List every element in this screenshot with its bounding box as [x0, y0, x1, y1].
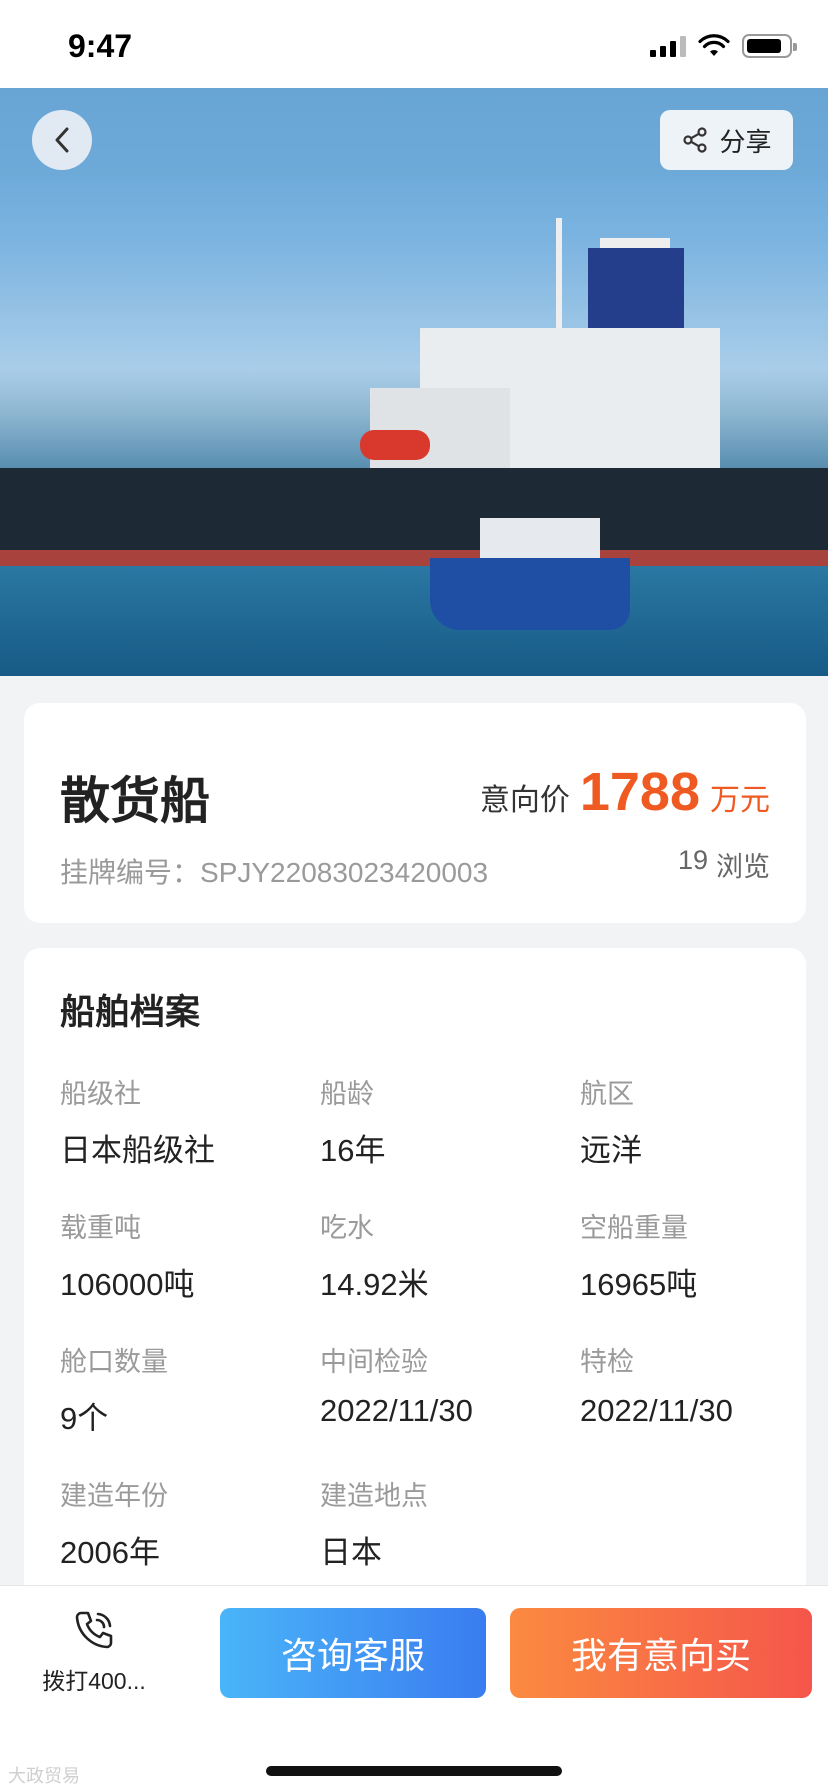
- bottom-action-bar: 拨打400... 咨询客服 我有意向买: [0, 1585, 828, 1792]
- share-button[interactable]: 分享: [660, 110, 793, 170]
- view-count-label: 浏览: [716, 852, 770, 882]
- listing-number-value: SPJY22083023420003: [200, 857, 489, 888]
- listing-summary-card: 散货船 意向价 1788 万元 挂牌编号：SPJY22083023420003 …: [24, 703, 806, 923]
- field-label: 建造地点: [320, 1481, 428, 1511]
- section-title: 船舶档案: [60, 993, 201, 1032]
- field-value: 日本船级社: [60, 1133, 215, 1168]
- price-unit: 万元: [710, 784, 770, 817]
- archive-field: 中间检验 2022/11/30: [320, 1340, 560, 1429]
- field-label: 船龄: [320, 1079, 374, 1109]
- signal-icon: [650, 35, 686, 57]
- home-indicator: [266, 1766, 562, 1776]
- archive-field: 船级社 日本船级社: [60, 1072, 300, 1170]
- price: 意向价 1788 万元: [480, 761, 770, 823]
- field-value: 2022/11/30: [320, 1393, 473, 1428]
- listing-number-label: 挂牌编号：: [60, 857, 201, 888]
- price-label: 意向价: [479, 784, 570, 817]
- intent-to-buy-button[interactable]: 我有意向买: [510, 1608, 812, 1698]
- field-label: 吃水: [320, 1213, 374, 1243]
- archive-field: 建造年份 2006年: [60, 1474, 300, 1572]
- ship-name: 散货船: [60, 773, 210, 829]
- field-label: 舱口数量: [60, 1347, 168, 1377]
- field-value: 16965吨: [580, 1267, 698, 1302]
- field-value: 106000吨: [60, 1267, 195, 1302]
- archive-field: 舱口数量 9个: [60, 1340, 300, 1438]
- field-label: 航区: [580, 1079, 634, 1109]
- battery-icon: [742, 34, 797, 58]
- wifi-icon: [698, 34, 730, 56]
- archive-field: 吃水 14.92米: [320, 1206, 560, 1304]
- field-label: 空船重量: [580, 1213, 688, 1243]
- chevron-left-icon: [55, 127, 69, 153]
- field-label: 船级社: [60, 1079, 141, 1109]
- field-value: 14.92米: [320, 1267, 429, 1302]
- archive-field: 船龄 16年: [320, 1072, 560, 1170]
- field-label: 载重吨: [60, 1213, 141, 1243]
- field-value: 9个: [60, 1401, 109, 1436]
- field-label: 特检: [580, 1347, 634, 1377]
- status-icons: [650, 34, 797, 58]
- call-button[interactable]: 拨打400...: [30, 1608, 158, 1708]
- field-value: 2022/11/30: [580, 1393, 733, 1428]
- archive-field: 航区 远洋: [580, 1072, 820, 1170]
- status-bar: 9:47: [0, 0, 828, 88]
- ship-photo: [0, 88, 828, 676]
- archive-field: 特检 2022/11/30: [580, 1340, 820, 1429]
- consult-service-button[interactable]: 咨询客服: [220, 1608, 486, 1698]
- watermark: 大政贸易: [8, 1766, 80, 1786]
- archive-field: 建造地点 日本: [320, 1474, 560, 1572]
- call-label: 拨打400...: [42, 1668, 146, 1694]
- field-value: 远洋: [580, 1133, 642, 1168]
- price-value: 1788: [579, 762, 700, 822]
- share-label: 分享: [719, 126, 772, 157]
- view-count-value: 19: [677, 845, 708, 875]
- field-value: 16年: [320, 1133, 386, 1168]
- field-value: 2006年: [60, 1535, 160, 1570]
- status-time: 9:47: [68, 28, 133, 64]
- archive-field: 空船重量 16965吨: [580, 1206, 820, 1304]
- back-button[interactable]: [32, 110, 92, 170]
- field-value: 日本: [320, 1535, 382, 1570]
- field-label: 中间检验: [320, 1347, 428, 1377]
- share-icon: [683, 127, 708, 153]
- listing-number: 挂牌编号：SPJY22083023420003: [60, 851, 488, 891]
- field-label: 建造年份: [60, 1481, 168, 1511]
- archive-field: 载重吨 106000吨: [60, 1206, 300, 1304]
- ship-archive-card: 船舶档案 船级社 日本船级社 船龄 16年 航区 远洋 载重吨 106000吨 …: [24, 948, 806, 1588]
- view-count: 19 浏览: [678, 845, 770, 884]
- phone-icon: [75, 1611, 113, 1649]
